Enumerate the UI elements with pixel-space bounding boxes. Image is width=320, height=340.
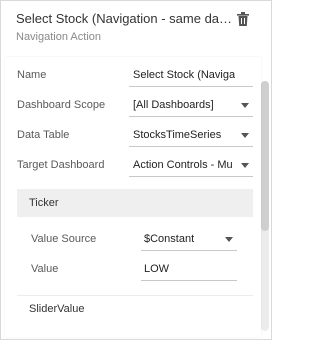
value-input[interactable]: LOW [141, 259, 237, 281]
data-table-value: StocksTimeSeries [133, 129, 222, 141]
data-table-row: Data Table StocksTimeSeries [17, 125, 257, 147]
parameter-slidervalue-header[interactable]: SliderValue [17, 295, 253, 319]
value-source-label: Value Source [31, 233, 97, 245]
target-dashboard-select[interactable]: Action Controls - Multi [129, 155, 253, 177]
dashboard-scope-select[interactable]: [All Dashboards] [129, 95, 253, 117]
chevron-down-icon[interactable] [241, 163, 249, 168]
chevron-down-icon[interactable] [241, 103, 249, 108]
parameter-name: SliderValue [29, 303, 85, 315]
value-source-row: Value Source $Constant [31, 229, 241, 251]
action-title: Select Stock (Navigation - same dash... [16, 11, 237, 26]
target-dashboard-row: Target Dashboard Action Controls - Multi [17, 155, 257, 177]
panel-scrollbar[interactable] [261, 81, 269, 331]
dashboard-scope-value: [All Dashboards] [133, 99, 214, 111]
target-dashboard-label: Target Dashboard [17, 159, 105, 171]
data-table-select[interactable]: StocksTimeSeries [129, 125, 253, 147]
name-value: Select Stock (Navigation - [133, 69, 235, 81]
chevron-down-icon[interactable] [241, 133, 249, 138]
dashboard-scope-row: Dashboard Scope [All Dashboards] [17, 95, 257, 117]
name-row: Name Select Stock (Navigation - [17, 65, 257, 87]
dashboard-scope-label: Dashboard Scope [17, 99, 106, 111]
parameter-name: Ticker [29, 197, 59, 209]
chevron-down-icon[interactable] [225, 237, 233, 242]
trash-icon[interactable] [237, 12, 249, 26]
name-label: Name [17, 69, 47, 81]
value-label: Value [31, 263, 59, 275]
panel-header: Select Stock (Navigation - same dash... … [1, 1, 271, 55]
action-form-card: Name Select Stock (Navigation - Dashboar… [5, 57, 261, 337]
value-source-value: $Constant [144, 233, 195, 245]
value-row: Value LOW [31, 259, 241, 281]
target-dashboard-value: Action Controls - Multi [133, 159, 233, 171]
action-form: Name Select Stock (Navigation - Dashboar… [5, 57, 261, 337]
scrollbar-thumb[interactable] [261, 81, 269, 231]
data-table-label: Data Table [17, 129, 70, 141]
action-settings-panel: Select Stock (Navigation - same dash... … [0, 0, 272, 340]
name-input[interactable]: Select Stock (Navigation - [129, 65, 253, 87]
value-value: LOW [144, 263, 170, 275]
value-source-select[interactable]: $Constant [141, 229, 237, 251]
parameter-ticker-header[interactable]: Ticker [17, 189, 253, 217]
action-type-label: Navigation Action [16, 31, 101, 43]
